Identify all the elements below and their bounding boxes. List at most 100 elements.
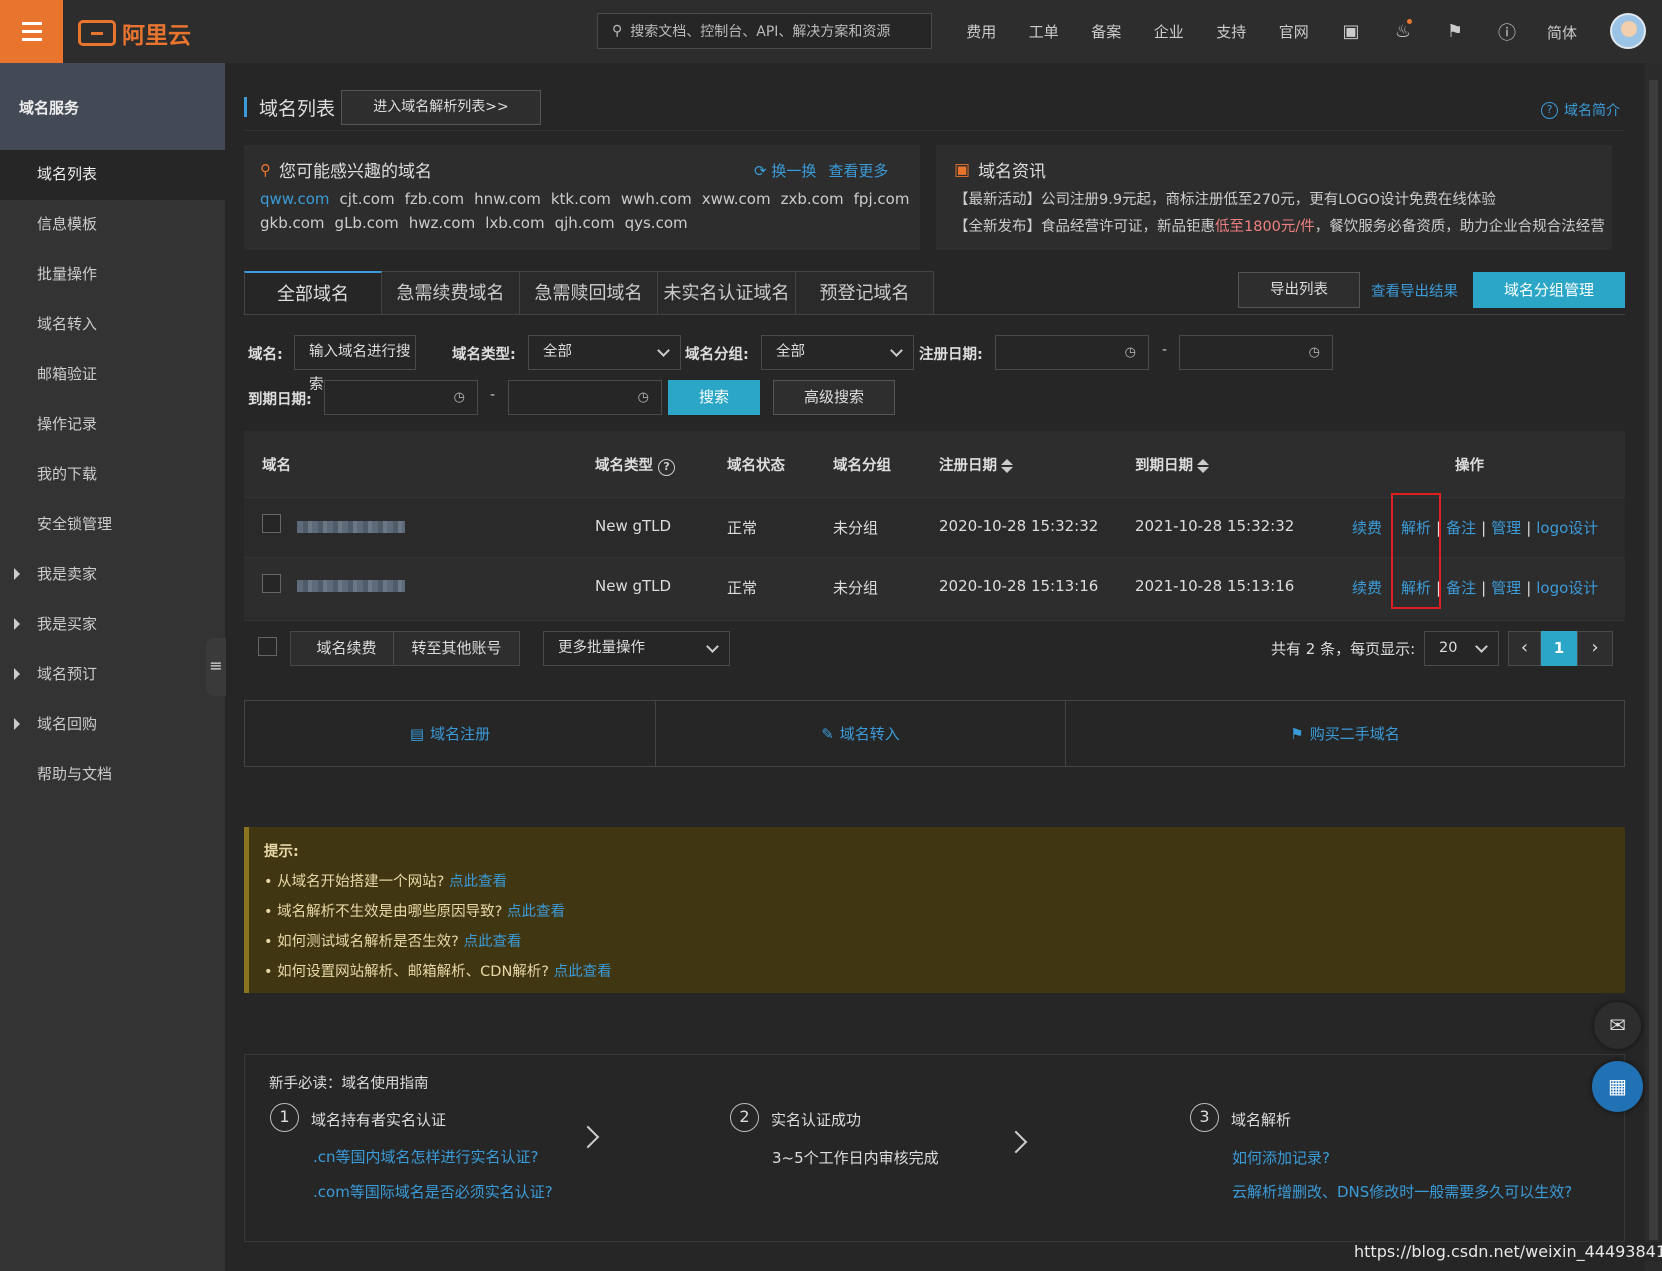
news-item[interactable]: 【最新活动】公司注册9.9元起，商标注册低至270元，更有LOGO设计免费在线体…	[954, 188, 1594, 209]
domain-intro-link[interactable]: ? 域名简介	[1541, 100, 1620, 120]
suggested-domain[interactable]: hwz.com	[409, 214, 475, 232]
batch-renew-button[interactable]: 域名续费	[290, 631, 403, 666]
transfer-in-button[interactable]: ✎ 域名转入	[656, 701, 1066, 766]
manage-link[interactable]: 管理	[1491, 579, 1521, 597]
tab-all-domains[interactable]: 全部域名	[244, 271, 382, 315]
help-icon[interactable]: ⓘ	[1481, 19, 1533, 45]
tab-renew-urgent[interactable]: 急需续费域名	[382, 271, 520, 315]
current-page-button[interactable]: 1	[1541, 631, 1577, 666]
select-all-checkbox[interactable]	[258, 637, 277, 656]
nav-fees[interactable]: 费用	[950, 21, 1013, 42]
renew-link[interactable]: 续费	[1352, 519, 1382, 537]
sort-icon[interactable]	[1197, 459, 1209, 473]
sidebar-item-reserve[interactable]: 域名预订	[0, 650, 225, 700]
row-checkbox[interactable]	[262, 514, 281, 533]
note-link[interactable]: 备注	[1446, 579, 1476, 597]
sort-icon[interactable]	[1001, 459, 1013, 473]
suggested-domain[interactable]: cjt.com	[340, 190, 395, 208]
sidebar-item-domain-list[interactable]: 域名列表	[0, 150, 225, 200]
guide-link[interactable]: .com等国际域名是否必须实名认证?	[313, 1181, 553, 1202]
suggested-domain[interactable]: fpj.com	[854, 190, 910, 208]
nav-support[interactable]: 支持	[1200, 21, 1263, 42]
guide-link[interactable]: .cn等国内域名怎样进行实名认证?	[313, 1146, 539, 1167]
register-domain-button[interactable]: ▤ 域名注册	[245, 701, 656, 766]
sidebar-item-seller[interactable]: 我是卖家	[0, 550, 225, 600]
aliyun-logo[interactable]: 阿里云	[78, 16, 191, 50]
col-exp-date[interactable]: 到期日期	[1135, 454, 1209, 475]
sidebar-item-transfer-in[interactable]: 域名转入	[0, 300, 225, 350]
tip-link[interactable]: 点此查看	[449, 874, 507, 890]
tab-unverified[interactable]: 未实名认证域名	[658, 271, 796, 315]
suggested-domain[interactable]: gkb.com	[260, 214, 325, 232]
domain-search-input[interactable]: 输入域名进行搜索	[294, 335, 416, 393]
col-reg-date[interactable]: 注册日期	[939, 454, 1013, 475]
advanced-search-button[interactable]: 高级搜索	[773, 380, 895, 415]
sidebar-item-buyback[interactable]: 域名回购	[0, 700, 225, 750]
search-button[interactable]: 搜索	[668, 380, 760, 415]
sidebar-item-info-template[interactable]: 信息模板	[0, 200, 225, 250]
note-link[interactable]: 备注	[1446, 519, 1476, 537]
suggested-domain[interactable]: xww.com	[702, 190, 771, 208]
export-list-button[interactable]: 导出列表	[1238, 272, 1360, 308]
tab-redeem-urgent[interactable]: 急需赎回域名	[520, 271, 658, 315]
menu-icon[interactable]	[0, 0, 63, 63]
collapse-sidebar-icon[interactable]: ≡	[206, 638, 226, 696]
goto-dns-list-button[interactable]: 进入域名解析列表>>	[341, 90, 541, 125]
chat-icon[interactable]: ✉	[1594, 1002, 1641, 1049]
tab-preregistered[interactable]: 预登记域名	[796, 271, 934, 315]
exp-date-end-input[interactable]: ◷	[508, 380, 662, 415]
cart-icon[interactable]: ⚑	[1429, 21, 1481, 42]
sidebar-item-downloads[interactable]: 我的下载	[0, 450, 225, 500]
help-icon[interactable]: ?	[658, 459, 676, 476]
apps-icon[interactable]: ▦	[1592, 1061, 1643, 1112]
reg-date-end-input[interactable]: ◷	[1179, 335, 1333, 370]
type-select[interactable]: 全部	[528, 335, 681, 370]
manage-link[interactable]: 管理	[1491, 519, 1521, 537]
more-batch-select[interactable]: 更多批量操作	[543, 631, 730, 666]
language-switch[interactable]: 简体	[1547, 22, 1577, 43]
tip-link[interactable]: 点此查看	[507, 904, 565, 920]
tip-link[interactable]: 点此查看	[554, 964, 612, 980]
reg-date-start-input[interactable]: ◷	[995, 335, 1149, 370]
exp-date-start-input[interactable]: ◷	[324, 380, 478, 415]
global-search-input[interactable]: ⚲ 搜索文档、控制台、API、解决方案和资源	[597, 13, 932, 49]
view-export-results-link[interactable]: 查看导出结果	[1371, 280, 1458, 301]
suggested-domain[interactable]: qww.com	[260, 190, 330, 208]
domain-name-blurred[interactable]	[297, 521, 405, 533]
sidebar-item-op-log[interactable]: 操作记录	[0, 400, 225, 450]
row-checkbox[interactable]	[262, 574, 281, 593]
prev-page-button[interactable]: ‹	[1508, 631, 1541, 666]
suggested-domain[interactable]: gLb.com	[335, 214, 399, 232]
view-more-link[interactable]: 查看更多	[828, 160, 888, 181]
news-item[interactable]: 【全新发布】食品经营许可证，新品钜惠低至1800元/件，餐饮服务必备资质，助力企…	[954, 215, 1605, 236]
sidebar-item-buyer[interactable]: 我是买家	[0, 600, 225, 650]
suggested-domain[interactable]: qys.com	[625, 214, 688, 232]
buy-used-domain-button[interactable]: ⚑ 购买二手域名	[1066, 701, 1624, 766]
suggested-domain[interactable]: ktk.com	[551, 190, 611, 208]
suggested-domain[interactable]: wwh.com	[621, 190, 692, 208]
guide-link[interactable]: 如何添加记录?	[1232, 1147, 1330, 1168]
logo-design-link[interactable]: logo设计	[1536, 519, 1598, 537]
next-page-button[interactable]: ›	[1577, 631, 1613, 666]
avatar[interactable]	[1610, 13, 1646, 49]
renew-link[interactable]: 续费	[1352, 579, 1382, 597]
logo-design-link[interactable]: logo设计	[1536, 579, 1598, 597]
nav-tickets[interactable]: 工单	[1013, 21, 1076, 42]
nav-icp[interactable]: 备案	[1075, 21, 1138, 42]
suggested-domain[interactable]: lxb.com	[485, 214, 544, 232]
tip-link[interactable]: 点此查看	[463, 934, 521, 950]
guide-link[interactable]: 云解析增删改、DNS修改时一般需要多久可以生效?	[1232, 1181, 1572, 1202]
sidebar-item-email-verify[interactable]: 邮箱验证	[0, 350, 225, 400]
suggested-domain[interactable]: qjh.com	[555, 214, 615, 232]
suggested-domain[interactable]: fzb.com	[405, 190, 464, 208]
transfer-account-button[interactable]: 转至其他账号	[393, 631, 520, 666]
bell-icon[interactable]: ♨	[1377, 19, 1429, 42]
domain-name-blurred[interactable]	[297, 580, 405, 592]
sidebar-item-help[interactable]: 帮助与文档	[0, 750, 225, 800]
scrollbar-thumb[interactable]	[1649, 80, 1658, 1240]
suggested-domain[interactable]: zxb.com	[781, 190, 844, 208]
group-manage-button[interactable]: 域名分组管理	[1473, 272, 1625, 308]
nav-enterprise[interactable]: 企业	[1138, 21, 1201, 42]
sidebar-item-batch[interactable]: 批量操作	[0, 250, 225, 300]
nav-official[interactable]: 官网	[1263, 21, 1326, 42]
